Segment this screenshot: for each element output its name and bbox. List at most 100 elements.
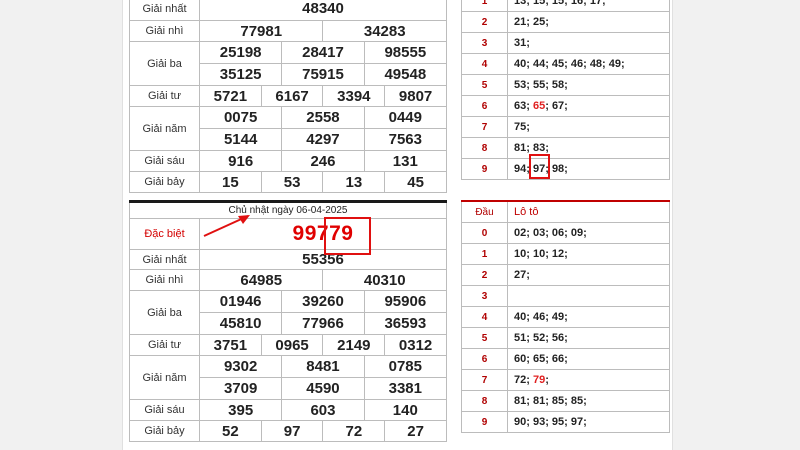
- prize-number: 95906: [363, 290, 448, 313]
- loto-value-text: ; 67;: [545, 100, 568, 112]
- prize-number: 131: [363, 150, 448, 172]
- prize-number: 53: [260, 171, 324, 193]
- prize-number: 246: [281, 150, 365, 172]
- loto-value-text: 53; 55; 58;: [514, 79, 568, 91]
- prize-number: 36593: [363, 312, 448, 335]
- loto-head-digit: 0: [461, 222, 508, 244]
- loto-header-dau: Đầu: [461, 200, 508, 223]
- prize-label: Giải nhất: [129, 0, 200, 21]
- loto-value-text: 13; 15; 15; 16; 17;: [514, 0, 606, 7]
- prize-number: 0449: [363, 106, 448, 129]
- loto-head-digit: 7: [461, 369, 508, 391]
- prize-number: 34283: [322, 20, 447, 42]
- prize-number: 9302: [198, 355, 283, 378]
- prize-number: 40310: [322, 269, 447, 291]
- prize-number: 39260: [281, 290, 365, 313]
- loto-row: 1 13; 15; 15; 16; 17;: [461, 0, 670, 12]
- prize-number: 3709: [198, 377, 283, 400]
- prize-label: Giải bảy: [129, 420, 200, 442]
- loto-head-digit: 5: [461, 327, 508, 349]
- special-prize-label: Đặc biệt: [129, 218, 200, 250]
- results-table-bottom: Chủ nhật ngày 06-04-2025 Đặc biệt 99779 …: [129, 200, 448, 442]
- left-divider: [122, 0, 123, 450]
- loto-row: 7 72; 79;: [461, 369, 670, 391]
- loto-head-digit: 8: [461, 390, 508, 412]
- prize-number: 3381: [363, 377, 448, 400]
- loto-head-digit: 1: [461, 243, 508, 265]
- loto-values: 53; 55; 58;: [507, 74, 670, 96]
- prize-label: Giải ba: [129, 290, 200, 335]
- prize-label: Giải nhì: [129, 20, 200, 42]
- loto-head-digit: 9: [461, 411, 508, 433]
- prize-number: 5144: [198, 128, 283, 151]
- prize-number: 0785: [363, 355, 448, 378]
- loto-values: 10; 10; 12;: [507, 243, 670, 265]
- loto-value-text: 63;: [514, 100, 533, 112]
- loto-head-digit: 9: [461, 158, 508, 180]
- loto-head-digit: 5: [461, 74, 508, 96]
- loto-values: 31;: [507, 32, 670, 54]
- prize-number: 3394: [322, 85, 386, 107]
- prize-number: 28417: [281, 41, 365, 64]
- prize-label: Giải tư: [129, 85, 200, 107]
- prize-label: Giải năm: [129, 355, 200, 400]
- draw-date: Chủ nhật ngày 06-04-2025: [129, 201, 447, 219]
- loto-row: 4 40; 46; 49;: [461, 306, 670, 328]
- prize-number: 3751: [199, 334, 262, 356]
- loto-head-digit: 3: [461, 285, 508, 307]
- prize-number: 6167: [260, 85, 324, 107]
- prize-number: 35125: [198, 63, 283, 86]
- prize-number: 75915: [281, 63, 365, 86]
- loto-head-digit: 7: [461, 116, 508, 138]
- prize-number: 55356: [199, 249, 447, 270]
- loto-values: [507, 285, 670, 307]
- loto-value-text: 31;: [514, 37, 530, 49]
- right-gray-gutter: [672, 0, 800, 450]
- loto-head-digit: 4: [461, 306, 508, 328]
- loto-value-text: 02; 03; 06; 09;: [514, 227, 587, 239]
- loto-values: 13; 15; 15; 16; 17;: [507, 0, 670, 12]
- prize-number: 5721: [199, 85, 262, 107]
- loto-head-digit: 4: [461, 53, 508, 75]
- prize-number: 8481: [281, 355, 365, 378]
- prize-number: 52: [199, 420, 262, 442]
- loto-value-text: 90; 93; 95; 97;: [514, 416, 587, 428]
- loto-head-digit: 6: [461, 348, 508, 370]
- prize-number: 4297: [281, 128, 365, 151]
- loto-value-text: 75;: [514, 121, 530, 133]
- loto-head-digit: 2: [461, 264, 508, 286]
- prize-number: 0312: [384, 334, 447, 356]
- loto-values: 21; 25;: [507, 11, 670, 33]
- loto-table-bottom: Đầu Lô tô 0 02; 03; 06; 09; 1 10; 10; 12; 2 2…: [461, 200, 670, 433]
- loto-value-text: 21; 25;: [514, 16, 549, 28]
- loto-values: 51; 52; 56;: [507, 327, 670, 349]
- loto-value-highlight: 65: [532, 100, 546, 112]
- loto-row: 9 90; 93; 95; 97;: [461, 411, 670, 433]
- prize-number: 603: [281, 399, 365, 421]
- annotation-arrow-icon: [203, 215, 250, 237]
- loto-row: 6 63; 65; 67;: [461, 95, 670, 117]
- prize-label: Giải sáu: [129, 150, 200, 172]
- loto-values: 63; 65; 67;: [507, 95, 670, 117]
- prize-label: Giải ba: [129, 41, 200, 86]
- loto-table-top: 1 13; 15; 15; 16; 17; 2 21; 25; 3 31; 4 40; 44;…: [461, 0, 670, 180]
- loto-value-text: 27;: [514, 269, 530, 281]
- loto-row: 5 51; 52; 56;: [461, 327, 670, 349]
- prize-number: 0075: [198, 106, 283, 129]
- loto-values: 40; 44; 45; 46; 48; 49;: [507, 53, 670, 75]
- highlight-box-97: [529, 154, 550, 179]
- prize-number: 48340: [199, 0, 447, 21]
- loto-values: 02; 03; 06; 09;: [507, 222, 670, 244]
- highlight-box-special-tail: [324, 217, 371, 255]
- loto-value-text: 60; 65; 66;: [514, 353, 568, 365]
- loto-values: 60; 65; 66;: [507, 348, 670, 370]
- prize-number: 98555: [363, 41, 448, 64]
- loto-value-text: 81; 81; 85; 85;: [514, 395, 587, 407]
- loto-values: 81; 81; 85; 85;: [507, 390, 670, 412]
- loto-head-digit: 1: [461, 0, 508, 12]
- prize-label: Giải nhì: [129, 269, 200, 291]
- prize-number: 0965: [260, 334, 324, 356]
- prize-number: 2149: [322, 334, 386, 356]
- loto-head-digit: 8: [461, 137, 508, 159]
- loto-values: 75;: [507, 116, 670, 138]
